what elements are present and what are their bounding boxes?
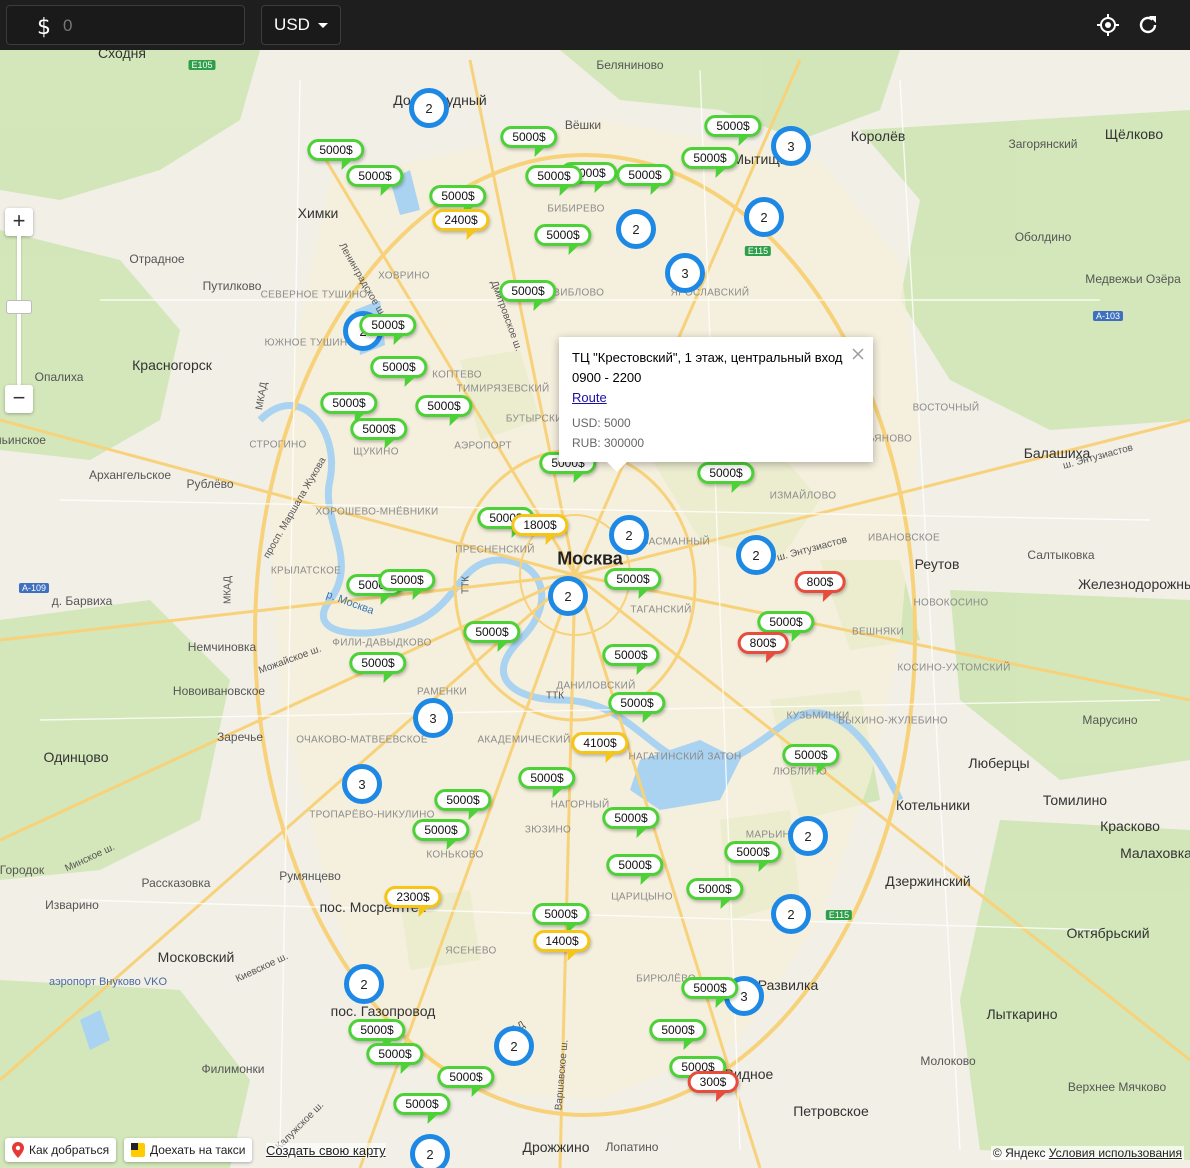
price-marker[interactable]: 5000$ xyxy=(782,744,840,766)
price-marker[interactable]: 5000$ xyxy=(393,1093,451,1115)
price-marker[interactable]: 5000$ xyxy=(359,314,417,336)
cluster-marker[interactable]: 2 xyxy=(609,515,649,555)
taxi-button[interactable]: Доехать на такси xyxy=(124,1138,253,1162)
price-marker[interactable]: 5000$ xyxy=(649,1019,707,1041)
cluster-marker[interactable]: 3 xyxy=(342,764,382,804)
chevron-down-icon xyxy=(317,22,328,28)
price-marker[interactable]: 5000$ xyxy=(307,139,365,161)
cluster-marker[interactable]: 2 xyxy=(771,894,811,934)
taxi-icon xyxy=(131,1143,145,1157)
copyright-text: © Яндекс xyxy=(992,1146,1046,1160)
cluster-marker[interactable]: 3 xyxy=(665,253,705,293)
cluster-marker[interactable]: 2 xyxy=(744,197,784,237)
price-marker[interactable]: 5000$ xyxy=(320,392,378,414)
price-marker[interactable]: 5000$ xyxy=(681,977,739,999)
price-marker[interactable]: 5000$ xyxy=(724,841,782,863)
price-marker[interactable]: 5000$ xyxy=(499,280,557,302)
price-marker[interactable]: 5000$ xyxy=(681,147,739,169)
price-marker[interactable]: 5000$ xyxy=(757,611,815,633)
price-marker[interactable]: 5000$ xyxy=(604,568,662,590)
price-marker[interactable]: 5000$ xyxy=(606,854,664,876)
cluster-marker[interactable]: 3 xyxy=(771,126,811,166)
popup-title: ТЦ "Крестовский", 1 этаж, центральный вх… xyxy=(572,350,843,365)
location-popup: ТЦ "Крестовский", 1 этаж, центральный вх… xyxy=(559,337,873,472)
price-marker[interactable]: 5000$ xyxy=(346,165,404,187)
terms-link[interactable]: Условия использования xyxy=(1049,1146,1182,1160)
price-marker[interactable]: 5000$ xyxy=(500,126,558,148)
create-map-link[interactable]: Создать свою карту xyxy=(266,1143,386,1158)
price-marker[interactable]: 5000$ xyxy=(518,767,576,789)
price-marker[interactable]: 5000$ xyxy=(378,569,436,591)
popup-hours: 0900 - 2200 xyxy=(572,370,642,385)
price-marker[interactable]: 1400$ xyxy=(533,930,591,952)
cluster-marker[interactable]: 3 xyxy=(413,698,453,738)
price-marker[interactable]: 5000$ xyxy=(349,652,407,674)
price-marker[interactable]: 5000$ xyxy=(366,1043,424,1065)
price-marker[interactable]: 5000$ xyxy=(350,418,408,440)
map[interactable]: Москва Сходня Долгопрудный Химки Королёв… xyxy=(0,50,1190,1168)
map-base xyxy=(0,50,1190,1168)
price-marker[interactable]: 5000$ xyxy=(697,462,755,484)
cluster-marker[interactable]: 2 xyxy=(410,1134,450,1168)
cluster-marker[interactable]: 2 xyxy=(494,1026,534,1066)
refresh-icon[interactable] xyxy=(1136,13,1160,37)
price-marker[interactable]: 2400$ xyxy=(432,209,490,231)
popup-price-usd: USD: 5000 xyxy=(572,416,631,430)
currency-symbol: $ xyxy=(37,15,51,40)
zoom-in-button[interactable]: + xyxy=(5,208,33,236)
price-marker[interactable]: 4100$ xyxy=(571,732,629,754)
amount-input[interactable] xyxy=(63,12,233,40)
cluster-marker[interactable]: 2 xyxy=(548,576,588,616)
price-marker[interactable]: 2300$ xyxy=(384,886,442,908)
price-marker[interactable]: 5000$ xyxy=(616,164,674,186)
close-icon[interactable] xyxy=(851,347,865,361)
zoom-out-button[interactable]: − xyxy=(5,385,33,413)
cluster-marker[interactable]: 2 xyxy=(736,535,776,575)
price-marker[interactable]: 5000$ xyxy=(429,185,487,207)
top-toolbar: $ USD xyxy=(0,0,1190,50)
price-marker[interactable]: 5000$ xyxy=(525,165,583,187)
cluster-marker[interactable]: 2 xyxy=(344,964,384,1004)
map-pin-icon xyxy=(12,1142,24,1158)
price-marker[interactable]: 300$ xyxy=(687,1071,739,1093)
price-marker[interactable]: 5000$ xyxy=(348,1019,406,1041)
price-marker[interactable]: 5000$ xyxy=(602,807,660,829)
price-marker[interactable]: 5000$ xyxy=(415,395,473,417)
taxi-label: Доехать на такси xyxy=(150,1143,246,1157)
amount-field[interactable]: $ xyxy=(6,5,245,45)
price-marker[interactable]: 800$ xyxy=(737,632,789,654)
price-marker[interactable]: 5000$ xyxy=(437,1066,495,1088)
route-link[interactable]: Route xyxy=(572,389,860,407)
crosshair-icon[interactable] xyxy=(1096,13,1120,37)
directions-button[interactable]: Как добраться xyxy=(5,1138,117,1162)
price-marker[interactable]: 5000$ xyxy=(602,644,660,666)
currency-select-value: USD xyxy=(274,15,310,34)
cluster-marker[interactable]: 2 xyxy=(788,816,828,856)
price-marker[interactable]: 5000$ xyxy=(704,115,762,137)
directions-label: Как добраться xyxy=(29,1143,110,1157)
cluster-marker[interactable]: 2 xyxy=(409,88,449,128)
price-marker[interactable]: 5000$ xyxy=(534,224,592,246)
currency-select[interactable]: USD xyxy=(261,5,341,45)
price-marker[interactable]: 5000$ xyxy=(686,878,744,900)
zoom-slider-handle[interactable] xyxy=(6,300,32,314)
price-marker[interactable]: 5000$ xyxy=(412,819,470,841)
price-marker[interactable]: 5000$ xyxy=(463,621,521,643)
price-marker[interactable]: 5000$ xyxy=(370,356,428,378)
popup-price-rub: RUB: 300000 xyxy=(572,436,645,450)
price-marker[interactable]: 5000$ xyxy=(434,789,492,811)
price-marker[interactable]: 800$ xyxy=(794,571,846,593)
price-marker[interactable]: 5000$ xyxy=(532,903,590,925)
map-copyright: © Яндекс Условия использования xyxy=(990,1146,1184,1160)
cluster-marker[interactable]: 2 xyxy=(616,209,656,249)
price-marker[interactable]: 5000$ xyxy=(608,692,666,714)
price-marker[interactable]: 1800$ xyxy=(511,514,569,536)
